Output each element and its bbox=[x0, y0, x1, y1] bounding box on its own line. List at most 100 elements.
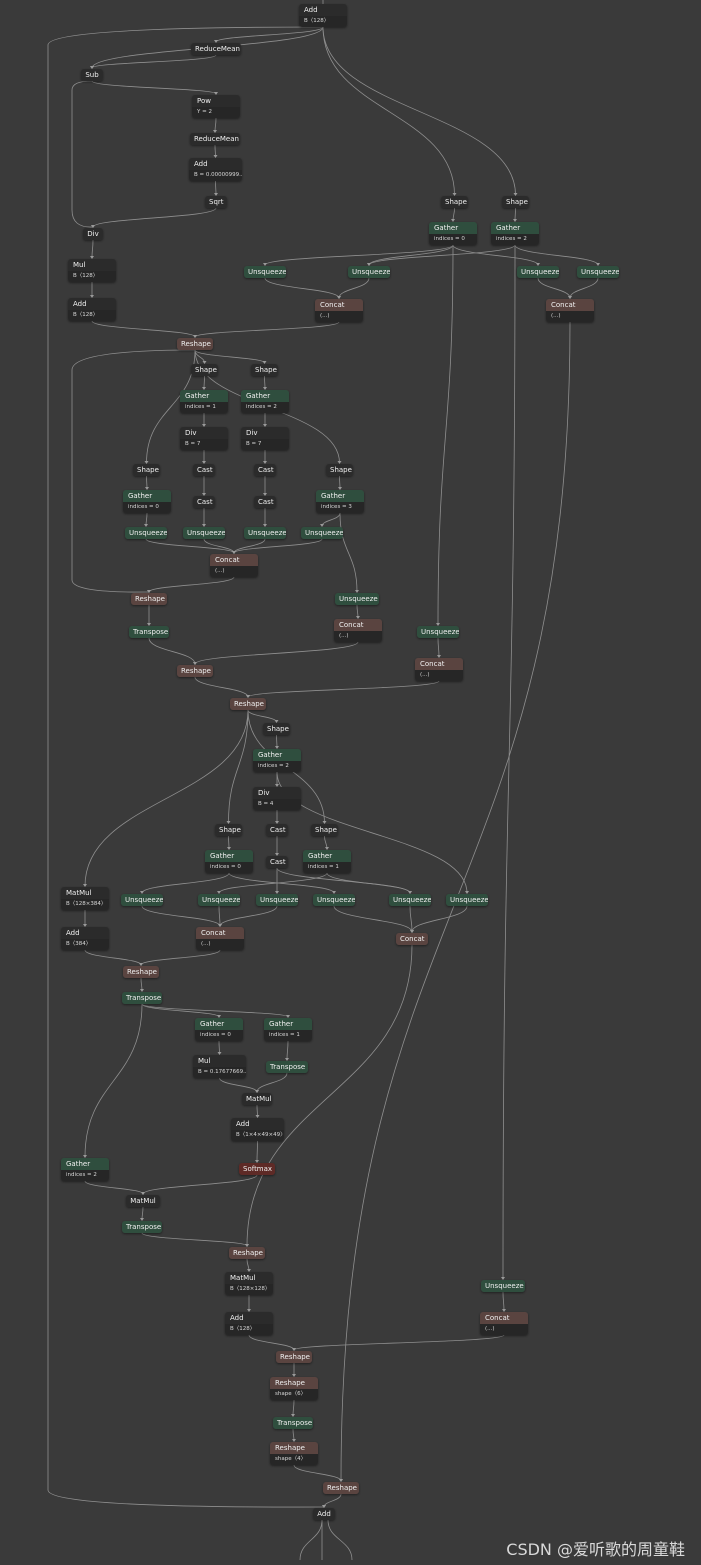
node-concat[interactable]: Concat (...) bbox=[334, 619, 382, 642]
node-shape[interactable]: Shape bbox=[263, 723, 290, 735]
node-transpose[interactable]: Transpose bbox=[122, 992, 162, 1004]
node-mul[interactable]: Mul B = 0.17677669... bbox=[193, 1055, 246, 1078]
node-unsqueeze[interactable]: Unsqueeze bbox=[244, 527, 286, 539]
node-shape[interactable]: Shape bbox=[133, 464, 160, 476]
node-reshape[interactable]: Reshape bbox=[177, 665, 213, 677]
node-cast[interactable]: Cast bbox=[193, 464, 215, 476]
node-gather[interactable]: Gather indices = 0 bbox=[195, 1018, 243, 1041]
node-attribute: indices = 0 bbox=[195, 1030, 243, 1041]
node-transpose[interactable]: Transpose bbox=[273, 1417, 313, 1429]
node-softmax[interactable]: Softmax bbox=[239, 1163, 275, 1175]
node-gather[interactable]: Gather indices = 3 bbox=[316, 490, 364, 513]
node-op-label: Concat bbox=[396, 933, 428, 945]
node-matmul[interactable]: MatMul bbox=[242, 1093, 272, 1105]
node-unsqueeze[interactable]: Unsqueeze bbox=[121, 894, 163, 906]
node-transpose[interactable]: Transpose bbox=[122, 1221, 162, 1233]
node-unsqueeze[interactable]: Unsqueeze bbox=[125, 527, 167, 539]
node-div[interactable]: Div B = 7 bbox=[241, 427, 289, 450]
node-concat[interactable]: Concat (...) bbox=[315, 299, 363, 322]
node-unsqueeze[interactable]: Unsqueeze bbox=[301, 527, 343, 539]
node-div[interactable]: Div B = 7 bbox=[180, 427, 228, 450]
node-unsqueeze[interactable]: Unsqueeze bbox=[335, 593, 379, 605]
node-add[interactable]: Add B〈128〉 bbox=[299, 4, 347, 27]
node-shape[interactable]: Shape bbox=[502, 196, 529, 208]
node-concat[interactable]: Concat (...) bbox=[415, 658, 463, 681]
node-reshape[interactable]: Reshape bbox=[323, 1482, 359, 1494]
node-unsqueeze[interactable]: Unsqueeze bbox=[198, 894, 240, 906]
node-concat[interactable]: Concat (...) bbox=[546, 299, 594, 322]
node-reshape[interactable]: Reshape shape〈4〉 bbox=[270, 1442, 318, 1465]
node-gather[interactable]: Gather indices = 1 bbox=[264, 1018, 312, 1041]
node-concat[interactable]: Concat (...) bbox=[196, 927, 244, 950]
node-sub[interactable]: Sub bbox=[81, 69, 103, 81]
node-shape[interactable]: Shape bbox=[311, 824, 338, 836]
graph-edge bbox=[286, 1040, 289, 1061]
node-cast[interactable]: Cast bbox=[193, 496, 215, 508]
node-sqrt[interactable]: Sqrt bbox=[205, 196, 227, 208]
node-cast[interactable]: Cast bbox=[254, 464, 276, 476]
node-shape[interactable]: Shape bbox=[215, 824, 242, 836]
node-unsqueeze[interactable]: Unsqueeze bbox=[446, 894, 488, 906]
node-shape[interactable]: Shape bbox=[441, 196, 468, 208]
node-add[interactable]: Add B〈384〉 bbox=[61, 927, 109, 950]
node-gather[interactable]: Gather indices = 0 bbox=[123, 490, 171, 513]
node-reshape[interactable]: Reshape bbox=[276, 1351, 312, 1363]
node-add[interactable]: Add B〈1×4×49×49〉 bbox=[231, 1118, 284, 1141]
node-add[interactable]: Add B = 0.00000999... bbox=[189, 158, 242, 181]
node-unsqueeze[interactable]: Unsqueeze bbox=[183, 527, 225, 539]
node-gather[interactable]: Gather indices = 2 bbox=[491, 222, 539, 245]
node-concat[interactable]: Concat (...) bbox=[480, 1312, 528, 1335]
graph-edge bbox=[293, 1334, 505, 1351]
node-add[interactable]: Add B〈128〉 bbox=[68, 298, 116, 321]
node-matmul[interactable]: MatMul B〈128×384〉 bbox=[61, 887, 109, 910]
node-div[interactable]: Div bbox=[83, 228, 103, 240]
node-gather[interactable]: Gather indices = 1 bbox=[303, 850, 351, 873]
node-reshape[interactable]: Reshape bbox=[230, 698, 266, 710]
node-unsqueeze[interactable]: Unsqueeze bbox=[348, 266, 390, 278]
node-unsqueeze[interactable]: Unsqueeze bbox=[244, 266, 286, 278]
node-unsqueeze[interactable]: Unsqueeze bbox=[517, 266, 559, 278]
node-gather[interactable]: Gather indices = 0 bbox=[429, 222, 477, 245]
node-unsqueeze[interactable]: Unsqueeze bbox=[417, 626, 459, 638]
node-reshape[interactable]: Reshape bbox=[123, 966, 159, 978]
node-gather[interactable]: Gather indices = 2 bbox=[253, 749, 301, 772]
node-reshape[interactable]: Reshape shape〈6〉 bbox=[270, 1377, 318, 1400]
node-unsqueeze[interactable]: Unsqueeze bbox=[577, 266, 619, 278]
node-reducemean[interactable]: ReduceMean bbox=[190, 133, 240, 145]
node-op-label: Add bbox=[313, 1508, 335, 1520]
node-cast[interactable]: Cast bbox=[266, 824, 288, 836]
node-unsqueeze[interactable]: Unsqueeze bbox=[313, 894, 355, 906]
node-div[interactable]: Div B = 4 bbox=[253, 787, 301, 810]
node-gather[interactable]: Gather indices = 0 bbox=[205, 850, 253, 873]
node-gather[interactable]: Gather indices = 2 bbox=[61, 1158, 109, 1181]
node-unsqueeze[interactable]: Unsqueeze bbox=[256, 894, 298, 906]
node-shape[interactable]: Shape bbox=[191, 364, 218, 376]
node-op-label: Cast bbox=[193, 496, 215, 508]
node-op-label: ReduceMean bbox=[191, 43, 241, 55]
node-op-label: Add bbox=[68, 298, 116, 310]
node-transpose[interactable]: Transpose bbox=[129, 626, 169, 638]
node-unsqueeze[interactable]: Unsqueeze bbox=[481, 1280, 525, 1292]
node-concat[interactable]: Concat (...) bbox=[210, 554, 258, 577]
node-gather[interactable]: Gather indices = 1 bbox=[180, 390, 228, 413]
node-cast[interactable]: Cast bbox=[254, 496, 276, 508]
node-reducemean[interactable]: ReduceMean bbox=[191, 43, 241, 55]
node-shape[interactable]: Shape bbox=[251, 364, 278, 376]
node-gather[interactable]: Gather indices = 2 bbox=[241, 390, 289, 413]
node-reshape[interactable]: Reshape bbox=[229, 1247, 265, 1259]
node-add[interactable]: Add B〈128〉 bbox=[225, 1312, 273, 1335]
node-matmul[interactable]: MatMul bbox=[126, 1195, 160, 1207]
node-concat[interactable]: Concat bbox=[396, 933, 428, 945]
node-matmul[interactable]: MatMul B〈128×128〉 bbox=[225, 1272, 273, 1295]
node-cast[interactable]: Cast bbox=[266, 856, 288, 868]
node-reshape[interactable]: Reshape bbox=[131, 593, 167, 605]
node-pow[interactable]: Pow Y = 2 bbox=[192, 95, 240, 118]
node-reshape[interactable]: Reshape bbox=[177, 338, 213, 350]
node-shape[interactable]: Shape bbox=[326, 464, 353, 476]
node-mul[interactable]: Mul B〈128〉 bbox=[68, 259, 116, 282]
node-transpose[interactable]: Transpose bbox=[266, 1061, 308, 1073]
node-op-label: Reshape bbox=[177, 338, 213, 350]
node-op-label: Shape bbox=[441, 196, 468, 208]
node-unsqueeze[interactable]: Unsqueeze bbox=[389, 894, 431, 906]
node-add[interactable]: Add bbox=[313, 1508, 335, 1520]
